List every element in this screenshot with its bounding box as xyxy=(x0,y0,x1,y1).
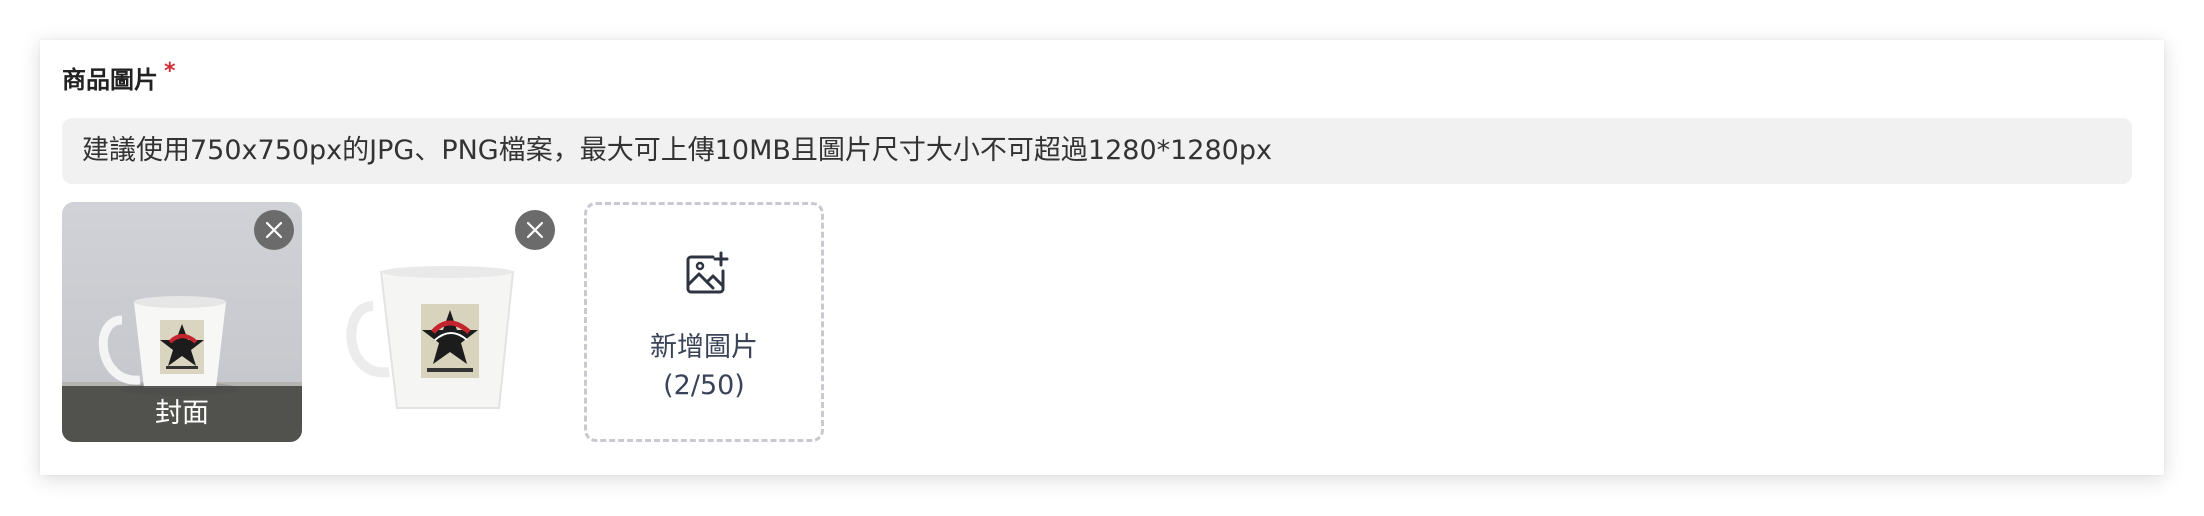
image-add-icon xyxy=(686,251,729,294)
remove-image-button[interactable] xyxy=(515,210,555,250)
remove-image-button[interactable] xyxy=(254,210,294,250)
field-label-text: 商品圖片 xyxy=(62,66,158,94)
cover-badge: 封面 xyxy=(62,386,302,442)
close-icon xyxy=(265,221,283,239)
upload-hint: 建議使用750x750px的JPG、PNG檔案，最大可上傳10MB且圖片尺寸大小… xyxy=(62,118,2132,184)
close-icon xyxy=(526,221,544,239)
add-image-label: 新增圖片 xyxy=(650,332,758,363)
product-image-card: 商品圖片 * 建議使用750x750px的JPG、PNG檔案，最大可上傳10MB… xyxy=(40,40,2164,475)
add-image-button[interactable]: 新增圖片 (2/50) xyxy=(584,202,824,442)
image-list: 封面 新增圖片 (2/50) xyxy=(62,202,862,442)
image-count: (2/50) xyxy=(663,370,745,401)
required-marker: * xyxy=(164,59,176,84)
field-label: 商品圖片 * xyxy=(62,59,176,98)
